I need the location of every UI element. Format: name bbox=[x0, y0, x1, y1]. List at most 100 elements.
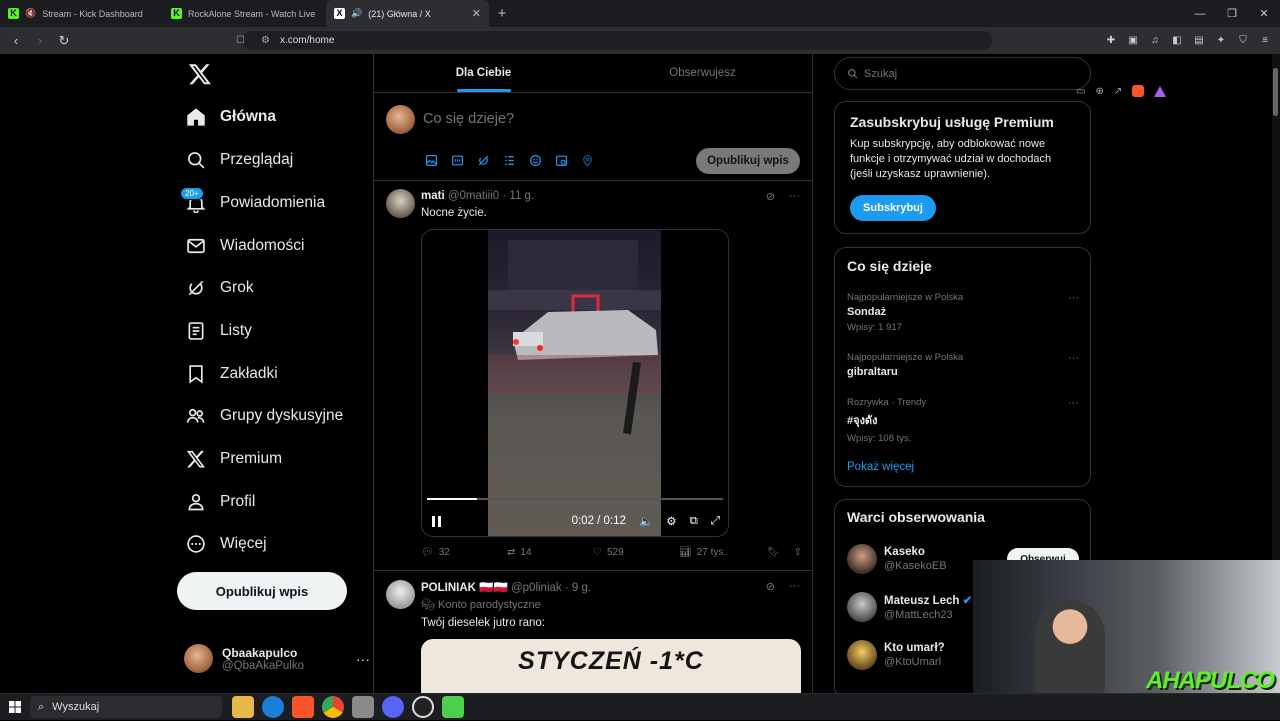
tweet-time[interactable]: · 11 g. bbox=[502, 190, 534, 202]
author-handle[interactable]: @p0liniak bbox=[511, 582, 562, 594]
schedule-icon[interactable] bbox=[554, 153, 569, 168]
more-icon[interactable]: ··· bbox=[789, 580, 800, 593]
tab-for-you[interactable]: Dla Ciebie bbox=[374, 54, 593, 92]
more-icon[interactable]: ··· bbox=[1068, 352, 1079, 364]
composer-post-button[interactable]: Opublikuj wpis bbox=[696, 148, 800, 174]
brave-icon[interactable] bbox=[292, 696, 314, 718]
page-scrollbar[interactable] bbox=[1272, 54, 1280, 560]
bookmark-icon[interactable]: 🔖︎ bbox=[767, 547, 780, 558]
obs-icon[interactable] bbox=[412, 696, 434, 718]
sidebar-item-premium[interactable]: Premium bbox=[176, 439, 366, 479]
sidebar-item-bookmarks[interactable]: Zakładki bbox=[176, 354, 366, 394]
pip-icon[interactable]: ⧉ bbox=[690, 515, 698, 528]
tab-following[interactable]: Obserwujesz bbox=[593, 54, 812, 92]
fullscreen-icon[interactable]: ⤢ bbox=[711, 515, 720, 528]
mute-icon[interactable]: 🔇 bbox=[25, 8, 36, 19]
share-icon[interactable]: ⇪ bbox=[794, 547, 802, 558]
browser-tab-rockalone[interactable]: K RockAlone Stream - Watch Live on K bbox=[163, 0, 326, 27]
vpn-icon[interactable]: ⛉ bbox=[1236, 34, 1250, 48]
avatar[interactable] bbox=[386, 580, 415, 609]
discord-icon[interactable] bbox=[382, 696, 404, 718]
more-icon[interactable]: ··· bbox=[789, 190, 800, 203]
follow-suggestion[interactable]: Mateusz Lech ✔ @MattLech23 bbox=[847, 592, 972, 622]
trend-item[interactable]: Rozrywka · Trendy #จุงดัง Wpisy: 108 tys… bbox=[847, 397, 1079, 444]
more-icon[interactable]: ··· bbox=[1068, 292, 1079, 304]
start-button[interactable] bbox=[0, 694, 30, 721]
share-icon[interactable]: ↗ bbox=[1114, 86, 1122, 97]
tweet[interactable]: POLINIAK 🇵🇱🇵🇱 @p0liniak · 9 g. ⊘ ··· 🎭︎ … bbox=[374, 571, 812, 694]
edge-icon[interactable] bbox=[262, 696, 284, 718]
sidebar-item-notifications[interactable]: 20+ Powiadomienia bbox=[176, 183, 366, 223]
repost-button[interactable]: ⇄ 14 bbox=[507, 547, 593, 558]
poll-icon[interactable] bbox=[502, 153, 517, 168]
emoji-icon[interactable] bbox=[528, 153, 543, 168]
forward-icon[interactable]: › bbox=[30, 31, 50, 51]
author-name[interactable]: mati bbox=[421, 190, 445, 202]
gif-icon[interactable] bbox=[450, 153, 465, 168]
restore-icon[interactable]: ❐ bbox=[1216, 0, 1248, 27]
minimize-icon[interactable]: — bbox=[1184, 0, 1216, 27]
wallet-icon[interactable]: ▣ bbox=[1126, 34, 1140, 48]
scrollbar-thumb[interactable] bbox=[1273, 68, 1278, 116]
video-frame[interactable] bbox=[488, 230, 661, 536]
brave-shield-icon[interactable] bbox=[1132, 85, 1145, 97]
sidebar-toggle-icon[interactable]: ◧ bbox=[1170, 34, 1184, 48]
wallet2-icon[interactable]: ▤ bbox=[1192, 34, 1206, 48]
views-button[interactable]: 📊︎ 27 tys. bbox=[679, 547, 765, 558]
reply-button[interactable]: 💬︎ 32 bbox=[421, 547, 507, 558]
tweet[interactable]: mati @0matiii0 · 11 g. ⊘ ··· Nocne życie… bbox=[374, 181, 812, 571]
browser-tab-kick-dashboard[interactable]: K 🔇 Stream - Kick Dashboard bbox=[0, 0, 163, 27]
app-icon[interactable] bbox=[442, 696, 464, 718]
taskbar-search[interactable]: ⌕ Wyszukaj bbox=[30, 696, 222, 718]
search-input[interactable]: Szukaj bbox=[834, 57, 1091, 90]
sidebar-item-grok[interactable]: Grok bbox=[176, 268, 366, 308]
trend-item[interactable]: Najpopularniejsze w Polska Sondaż Wpisy:… bbox=[847, 292, 1079, 333]
grok-icon[interactable]: ⊘ bbox=[766, 580, 775, 593]
brave-rewards-icon[interactable] bbox=[1154, 85, 1167, 97]
music-icon[interactable]: ♫ bbox=[1148, 34, 1162, 48]
audio-icon[interactable]: 🔊 bbox=[351, 8, 362, 19]
trend-item[interactable]: Najpopularniejsze w Polska gibraltaru ··… bbox=[847, 352, 1079, 378]
browser-tab-x-home[interactable]: X 🔊 (21) Główna / X ✕ bbox=[326, 0, 489, 27]
sidebar-item-more[interactable]: Więcej bbox=[176, 524, 366, 564]
tweet-time[interactable]: · 9 g. bbox=[565, 582, 591, 594]
video-progress-bar[interactable] bbox=[427, 498, 723, 500]
close-tab-icon[interactable]: ✕ bbox=[472, 7, 481, 20]
grok-icon[interactable]: ⊘ bbox=[766, 190, 775, 203]
grok-icon[interactable] bbox=[476, 153, 491, 168]
extensions-icon[interactable]: ✚ bbox=[1104, 34, 1118, 48]
more-icon[interactable]: ··· bbox=[356, 651, 370, 667]
close-window-icon[interactable]: ✕ bbox=[1248, 0, 1280, 27]
settings-icon[interactable]: ⚙ bbox=[666, 514, 676, 528]
show-more-link[interactable]: Pokaż więcej bbox=[847, 461, 914, 473]
image-icon[interactable] bbox=[424, 153, 439, 168]
author-name[interactable]: POLINIAK 🇵🇱🇵🇱 bbox=[421, 582, 508, 594]
x-logo-icon[interactable] bbox=[188, 62, 212, 86]
file-explorer-icon[interactable] bbox=[232, 696, 254, 718]
author-handle[interactable]: @0matiii0 bbox=[448, 190, 499, 202]
follow-suggestion[interactable]: Kaseko @KasekoEB bbox=[847, 544, 947, 574]
sidebar-item-home[interactable]: Główna bbox=[176, 97, 366, 137]
site-info-icon[interactable]: ⚙ bbox=[261, 35, 270, 46]
follow-suggestion[interactable]: Kto umarł? @KtoUmarl bbox=[847, 640, 945, 670]
post-button[interactable]: Opublikuj wpis bbox=[177, 572, 347, 610]
like-button[interactable]: ♡ 529 bbox=[593, 547, 679, 558]
url-text[interactable]: x.com/home bbox=[280, 35, 334, 46]
composer-input[interactable]: Co się dzieje? bbox=[423, 111, 514, 127]
sidebar-item-messages[interactable]: Wiadomości bbox=[176, 226, 366, 266]
pause-icon[interactable] bbox=[432, 515, 441, 527]
bookmark-page-icon[interactable]: ☐ bbox=[236, 35, 245, 46]
tweet-image[interactable]: STYCZEŃ -1*C bbox=[421, 639, 801, 694]
avatar[interactable] bbox=[386, 189, 415, 218]
more-icon[interactable]: ··· bbox=[1068, 397, 1079, 409]
app-icon[interactable] bbox=[352, 696, 374, 718]
sidebar-item-explore[interactable]: Przeglądaj bbox=[176, 140, 366, 180]
zoom-icon[interactable]: ⊕ bbox=[1095, 86, 1103, 97]
subscribe-button[interactable]: Subskrybuj bbox=[850, 195, 936, 221]
chrome-icon[interactable] bbox=[322, 696, 344, 718]
account-switcher[interactable]: Qbaakapulco @QbaAkaPulko ··· bbox=[184, 644, 370, 673]
ai-icon[interactable]: ✦ bbox=[1214, 34, 1228, 48]
address-bar[interactable]: ☐ ⚙ x.com/home ▭ ⊕ ↗ bbox=[236, 31, 1167, 97]
menu-icon[interactable]: ≡ bbox=[1258, 34, 1272, 48]
reload-icon[interactable]: ↻ bbox=[54, 31, 74, 51]
